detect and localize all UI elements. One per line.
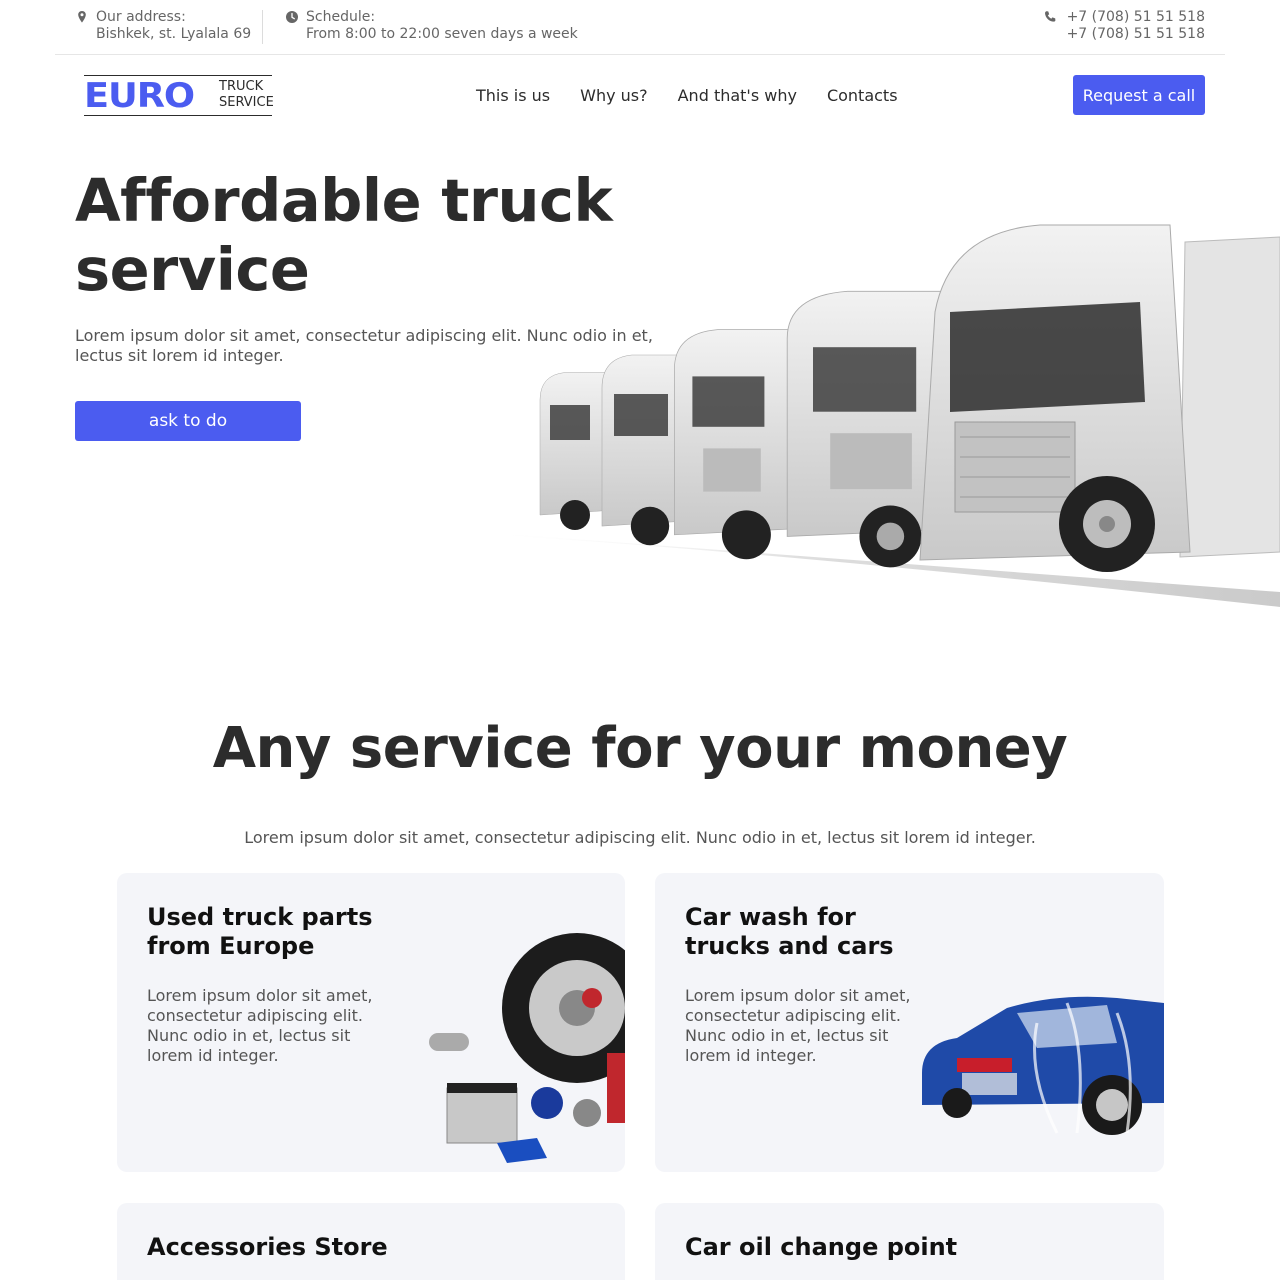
topbar-divider — [262, 10, 263, 44]
schedule-block: Schedule: From 8:00 to 22:00 seven days … — [286, 9, 578, 43]
clock-icon — [286, 11, 298, 23]
service-card-accessories[interactable]: Accessories Store — [117, 1203, 625, 1280]
phone-number-1[interactable]: +7 (708) 51 51 518 — [1067, 9, 1205, 26]
service-card-title: Car wash for trucks and cars — [685, 903, 894, 960]
truck-fleet-image — [480, 224, 1280, 607]
service-card-title: Accessories Store — [147, 1233, 388, 1261]
address-label: Our address: — [96, 9, 186, 25]
service-card-title: Car oil change point — [685, 1233, 958, 1261]
logo-subtitle: TRUCK SERVICE — [219, 79, 274, 111]
phone-block: +7 (708) 51 51 518 +7 (708) 51 51 518 — [1044, 9, 1205, 43]
services-title: Any service for your money — [212, 716, 1068, 781]
truck-5 — [919, 224, 1280, 572]
phone-number-2[interactable]: +7 (708) 51 51 518 — [1067, 26, 1205, 43]
service-card-title: Used truck parts from Europe — [147, 903, 373, 960]
services-description: Lorem ipsum dolor sit amet, consectetur … — [244, 828, 1036, 847]
ask-to-do-button[interactable]: ask to do — [75, 401, 301, 441]
nav-item-contacts[interactable]: Contacts — [827, 86, 898, 105]
nav-item-this-is-us[interactable]: This is us — [476, 86, 550, 105]
map-pin-icon — [78, 11, 86, 23]
main-nav: This is us Why us? And that's why Contac… — [476, 86, 898, 105]
service-card-truck-parts[interactable]: Used truck parts from Europe Lorem ipsum… — [117, 873, 625, 1172]
logo-rule-bottom — [84, 115, 272, 116]
logo-wordmark: EURO — [84, 76, 195, 116]
logo-subtitle-line-1: TRUCK — [219, 79, 264, 94]
nav-item-and-thats-why[interactable]: And that's why — [678, 86, 797, 105]
service-card-text: Lorem ipsum dolor sit amet, consectetur … — [685, 986, 911, 1065]
service-card-text: Lorem ipsum dolor sit amet, consectetur … — [147, 986, 373, 1065]
schedule-label: Schedule: — [306, 9, 376, 25]
service-card-oil-change[interactable]: Car oil change point — [655, 1203, 1164, 1280]
euro-truck-service-logo[interactable]: EURO TRUCK SERVICE — [84, 75, 274, 117]
logo-subtitle-line-2: SERVICE — [219, 95, 274, 110]
truck-parts-image — [429, 933, 625, 1163]
schedule-value: From 8:00 to 22:00 seven days a week — [306, 26, 578, 42]
nav-item-why-us[interactable]: Why us? — [580, 86, 647, 105]
service-card-car-wash[interactable]: Car wash for trucks and cars Lorem ipsum… — [655, 873, 1164, 1172]
car-wash-image — [922, 996, 1164, 1135]
phone-icon — [1044, 11, 1055, 22]
request-call-button[interactable]: Request a call — [1073, 75, 1205, 115]
address-value: Bishkek, st. Lyalala 69 — [96, 26, 252, 42]
address-block: Our address: Bishkek, st. Lyalala 69 — [78, 9, 252, 43]
